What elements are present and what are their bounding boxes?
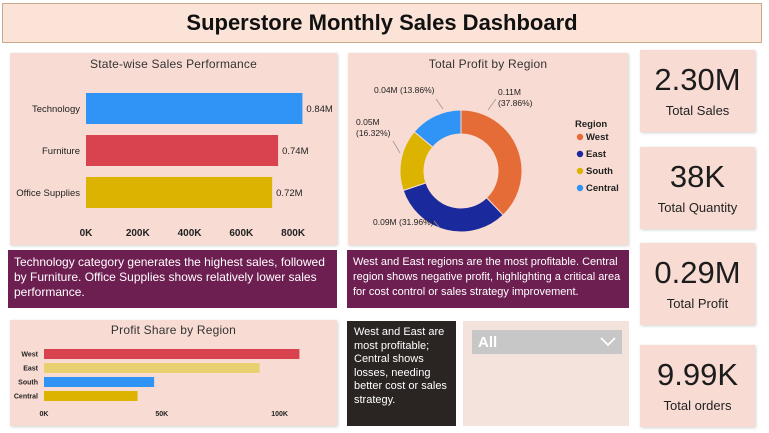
category-insight-note: Technology category generates the highes… bbox=[8, 250, 337, 308]
page-title: Superstore Monthly Sales Dashboard bbox=[186, 10, 578, 35]
kpi-total-sales: 2.30M Total Sales bbox=[640, 50, 755, 132]
kpi-total-quantity: 38K Total Quantity bbox=[640, 147, 755, 229]
slicer-selected-value: All bbox=[478, 333, 498, 351]
x-tick-label: 50K bbox=[155, 411, 168, 418]
x-tick-label: 0K bbox=[40, 411, 49, 418]
region-slicer-dropdown[interactable]: All bbox=[472, 330, 622, 354]
leader-line bbox=[392, 140, 401, 154]
legend-swatch bbox=[576, 150, 584, 158]
donut-slice bbox=[460, 109, 523, 216]
data-label: 0.09M (31.96%) bbox=[373, 217, 434, 227]
kpi-label: Total Profit bbox=[666, 296, 729, 311]
leader-line bbox=[487, 98, 497, 111]
category-label: Furniture bbox=[42, 146, 80, 157]
legend-swatch bbox=[576, 133, 584, 141]
kpi-total-profit: 0.29M Total Profit bbox=[640, 243, 755, 325]
x-tick-label: 400K bbox=[178, 228, 203, 239]
bar bbox=[86, 177, 273, 208]
legend-title: Region bbox=[575, 119, 607, 130]
data-label: 0.04M (13.86%) bbox=[374, 85, 435, 95]
category-label: East bbox=[23, 366, 38, 373]
category-label: South bbox=[18, 380, 38, 387]
kpi-label: Total Sales bbox=[665, 103, 730, 118]
note-text: West and East regions are the most profi… bbox=[353, 256, 621, 298]
profit-share-chart: Profit Share by Region West East South Cent… bbox=[10, 320, 337, 426]
note-text: West and East are most profitable; Centr… bbox=[354, 326, 447, 406]
kpi-value: 2.30M bbox=[654, 62, 741, 97]
sales-bar-chart-svg: Technology 0.84M Furniture 0.74M Office Supp… bbox=[16, 93, 333, 239]
x-tick-label: 600K bbox=[229, 228, 254, 239]
bar bbox=[44, 349, 300, 359]
data-label: 0.72M bbox=[276, 188, 302, 199]
legend-label: West bbox=[586, 132, 609, 143]
kpi-value: 0.29M bbox=[654, 255, 741, 290]
bar bbox=[44, 377, 155, 387]
sales-by-category-chart: State-wise Sales Performance Technology 0… bbox=[10, 53, 337, 245]
profit-by-region-chart: Total Profit by Region 0.11M (37.86%) 0.09… bbox=[348, 53, 628, 245]
kpi-label: Total Quantity bbox=[657, 200, 738, 215]
data-label: 0.74M bbox=[282, 146, 308, 157]
dashboard-title-bar: Superstore Monthly Sales Dashboard bbox=[2, 3, 762, 43]
profit-share-bar-svg: West East South Central 0K 50K 100K bbox=[14, 349, 300, 418]
legend-label: Central bbox=[586, 183, 619, 194]
x-tick-label: 800K bbox=[281, 228, 306, 239]
category-label: Technology bbox=[32, 104, 80, 115]
data-label: (16.32%) bbox=[356, 128, 391, 138]
region-insight-note: West and East regions are the most profi… bbox=[347, 250, 629, 308]
legend-label: East bbox=[586, 149, 607, 160]
bar bbox=[86, 93, 303, 124]
category-label: West bbox=[21, 352, 38, 359]
legend-swatch bbox=[576, 167, 584, 175]
kpi-value: 38K bbox=[669, 159, 726, 194]
chevron-down-icon bbox=[600, 337, 616, 347]
legend-label: South bbox=[586, 166, 613, 177]
leader-line bbox=[435, 98, 444, 110]
kpi-value: 9.99K bbox=[656, 357, 738, 392]
data-label: 0.84M bbox=[306, 104, 332, 115]
x-tick-label: 100K bbox=[271, 411, 288, 418]
profit-share-note: West and East are most profitable; Centr… bbox=[347, 321, 456, 426]
kpi-total-orders: 9.99K Total orders bbox=[640, 345, 755, 427]
bar bbox=[44, 391, 138, 401]
data-label: 0.11M bbox=[498, 87, 521, 97]
x-tick-label: 0K bbox=[80, 228, 94, 239]
data-label: (37.86%) bbox=[498, 98, 533, 108]
profit-donut-svg: 0.11M(37.86%) 0.09M (31.96%) 0.05M(16.32%)… bbox=[356, 85, 619, 233]
x-tick-label: 200K bbox=[126, 228, 151, 239]
data-label: 0.05M bbox=[356, 117, 380, 127]
bar bbox=[86, 135, 279, 166]
kpi-label: Total orders bbox=[663, 398, 732, 413]
category-label: Office Supplies bbox=[16, 188, 80, 199]
note-text: Technology category generates the highes… bbox=[14, 255, 325, 299]
bar bbox=[44, 363, 260, 373]
legend-swatch bbox=[576, 184, 584, 192]
category-label: Central bbox=[14, 394, 38, 401]
